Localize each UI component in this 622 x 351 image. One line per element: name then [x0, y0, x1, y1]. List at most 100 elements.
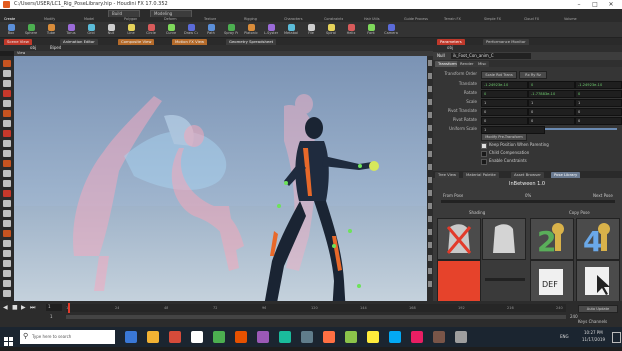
display-option-icon[interactable]	[428, 203, 432, 209]
display-option-icon[interactable]	[428, 268, 432, 274]
checkbox[interactable]	[481, 151, 487, 157]
taskbar-app-icon[interactable]	[213, 331, 225, 343]
display-option-icon[interactable]	[428, 99, 432, 105]
viewport-tool-icon[interactable]	[3, 230, 11, 237]
display-option-icon[interactable]	[428, 86, 432, 92]
viewport-tool-icon[interactable]	[3, 260, 11, 267]
copy-pose-4-tile[interactable]: 4	[576, 218, 620, 260]
display-option-icon[interactable]	[428, 177, 432, 183]
close-button[interactable]: ✕	[604, 0, 618, 9]
blend-slider[interactable]	[441, 200, 615, 203]
save-def-tile[interactable]: DEF	[530, 260, 574, 302]
transform-order-menu[interactable]: Scale Rot Trans	[481, 71, 517, 79]
viewport-tool-icon[interactable]	[3, 290, 11, 297]
taskbar-app-icon[interactable]	[191, 331, 203, 343]
viewport-tool-icon[interactable]	[3, 270, 11, 277]
param-slider[interactable]	[545, 128, 617, 130]
clock-date[interactable]: 11/17/2019	[582, 337, 605, 343]
viewport-tool-icon[interactable]	[3, 280, 11, 287]
start-frame[interactable]: 1	[50, 314, 53, 320]
viewport-tool-icon[interactable]	[3, 120, 11, 127]
checkbox[interactable]	[481, 159, 487, 165]
viewport-tool-icon[interactable]	[3, 170, 11, 177]
copy-pose-2-tile[interactable]: 2	[530, 218, 574, 260]
viewport-tool-icon[interactable]	[3, 90, 11, 97]
viewport-tool-icon[interactable]	[3, 70, 11, 77]
taskbar-app-icon[interactable]	[367, 331, 379, 343]
taskbar-app-icon[interactable]	[323, 331, 335, 343]
minimize-button[interactable]: –	[572, 0, 586, 9]
end-icon[interactable]: ⏭	[30, 304, 35, 312]
viewport-tool-icon[interactable]	[3, 250, 11, 257]
display-option-icon[interactable]	[428, 281, 432, 287]
param-path[interactable]: obj	[447, 45, 453, 51]
pose-select-tile[interactable]	[576, 260, 620, 302]
display-option-icon[interactable]	[428, 164, 432, 170]
viewport-tool-icon[interactable]	[3, 60, 11, 67]
taskbar-app-icon[interactable]	[345, 331, 357, 343]
viewport-tool-icon[interactable]	[3, 210, 11, 217]
display-option-icon[interactable]	[428, 60, 432, 66]
tab-misc[interactable]: Misc	[475, 61, 490, 67]
range-bar[interactable]	[66, 315, 566, 319]
ghost-on-tile[interactable]	[482, 218, 526, 260]
node-name-field[interactable]: ik_Foot_Con_anim_C	[451, 53, 531, 59]
display-option-icon[interactable]	[428, 216, 432, 222]
viewport-tool-icon[interactable]	[3, 200, 11, 207]
stop-icon[interactable]: ■	[12, 304, 18, 311]
timeline-ruler[interactable]: 124487296120144168192216240	[66, 304, 566, 312]
swatch-slider[interactable]	[485, 278, 525, 281]
taskbar-app-icon[interactable]	[301, 331, 313, 343]
rotate-order-menu[interactable]: Rx Ry Rz	[519, 71, 547, 79]
tab-render[interactable]: Render	[457, 61, 477, 67]
play-back-icon[interactable]: ◀	[3, 304, 8, 311]
taskbar-app-icon[interactable]	[169, 331, 181, 343]
display-option-icon[interactable]	[428, 151, 432, 157]
taskbar-search-box[interactable]: ⚲ Type here to search	[20, 330, 115, 344]
frame-field[interactable]: 1	[46, 304, 62, 311]
viewport-tool-icon[interactable]	[3, 240, 11, 247]
display-option-icon[interactable]	[428, 112, 432, 118]
taskbar-app-icon[interactable]	[411, 331, 423, 343]
display-option-icon[interactable]	[428, 73, 432, 79]
auto-update-button[interactable]: Auto Update	[578, 305, 618, 313]
display-option-icon[interactable]	[428, 125, 432, 131]
taskbar-app-icon[interactable]	[389, 331, 401, 343]
param-field[interactable]: 1	[481, 126, 545, 134]
display-option-icon[interactable]	[428, 229, 432, 235]
taskbar-app-icon[interactable]	[455, 331, 467, 343]
display-option-icon[interactable]	[428, 138, 432, 144]
viewport-tool-icon[interactable]	[3, 190, 11, 197]
display-option-icon[interactable]	[428, 255, 432, 261]
display-option-icon[interactable]	[428, 190, 432, 196]
taskbar-app-icon[interactable]	[279, 331, 291, 343]
color-swatch-tile[interactable]	[437, 260, 481, 302]
end-frame[interactable]: 240	[570, 314, 578, 320]
clock-time[interactable]: 10:27 PM	[584, 330, 603, 336]
taskbar-app-icon[interactable]	[433, 331, 445, 343]
viewport-tool-icon[interactable]	[3, 140, 11, 147]
viewport-tool-icon[interactable]	[3, 130, 11, 137]
ghost-off-tile[interactable]	[437, 218, 481, 260]
language-indicator[interactable]: ENG	[560, 334, 569, 340]
playhead[interactable]	[68, 303, 70, 313]
windows-start-icon[interactable]	[4, 332, 14, 346]
taskbar-app-icon[interactable]	[125, 331, 137, 343]
maximize-button[interactable]: □	[588, 0, 602, 9]
viewport-tool-icon[interactable]	[3, 110, 11, 117]
taskbar-app-icon[interactable]	[147, 331, 159, 343]
taskbar-app-icon[interactable]	[257, 331, 269, 343]
viewport-tool-icon[interactable]	[3, 160, 11, 167]
viewport-tool-icon[interactable]	[3, 150, 11, 157]
viewport-tool-icon[interactable]	[3, 100, 11, 107]
scene-viewport[interactable]	[14, 56, 432, 301]
checkbox[interactable]	[481, 143, 487, 149]
viewport-tool-icon[interactable]	[3, 180, 11, 187]
modify-pre-transform-button[interactable]: Modify Pre-Transform	[481, 133, 527, 141]
viewport-tool-icon[interactable]	[3, 220, 11, 227]
notifications-icon[interactable]	[612, 332, 621, 343]
taskbar-app-icon[interactable]	[235, 331, 247, 343]
display-option-icon[interactable]	[428, 242, 432, 248]
play-forward-icon[interactable]: ▶	[21, 304, 26, 311]
viewport-tool-icon[interactable]	[3, 80, 11, 87]
